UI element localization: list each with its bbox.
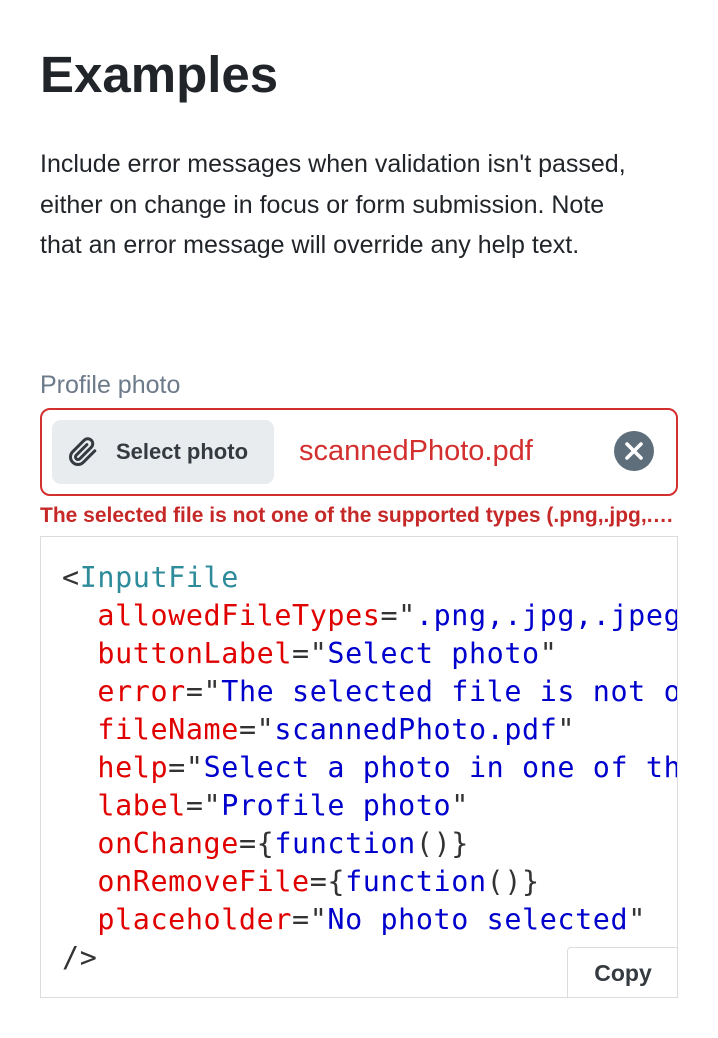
page-heading: Examples (40, 46, 279, 103)
code-token-str: No photo selected (327, 903, 629, 936)
code-token-punct: =" (380, 599, 416, 632)
code-token-punct (62, 599, 97, 632)
code-token-str: function (345, 865, 487, 898)
file-input-field: Select photo scannedPhoto.pdf (40, 408, 678, 496)
code-line: error="The selected file is not one of t… (62, 673, 677, 711)
code-token-str: function (274, 827, 416, 860)
selected-file-name: scannedPhoto.pdf (299, 435, 533, 467)
code-line: placeholder="No photo selected" (62, 901, 677, 939)
code-token-punct (62, 789, 97, 822)
code-token-punct (62, 903, 97, 936)
code-line: <InputFile (62, 559, 677, 597)
code-token-punct: " (451, 789, 469, 822)
code-token-punct (62, 827, 97, 860)
paperclip-icon (68, 437, 98, 467)
code-token-punct (62, 637, 97, 670)
code-token-attr: label (97, 789, 186, 822)
code-token-punct (62, 675, 97, 708)
copy-button[interactable]: Copy (567, 947, 677, 997)
code-token-punct: ()} (486, 865, 540, 898)
code-token-punct: =" (292, 637, 328, 670)
code-token-punct (62, 865, 97, 898)
intro-text: Include error messages when validation i… (40, 150, 626, 259)
code-token-punct: =" (185, 675, 222, 708)
error-message: The selected file is not one of the supp… (40, 504, 674, 527)
select-photo-button[interactable]: Select photo (52, 420, 274, 484)
field-label: Profile photo (40, 371, 181, 399)
code-token-str: Select photo (327, 637, 540, 670)
code-token-attr: error (97, 675, 186, 708)
code-token-str: The selected file is not one of the supp… (221, 675, 677, 708)
code-line: allowedFileTypes=".png,.jpg,.jpeg" (62, 597, 678, 635)
code-token-punct: =" (238, 713, 275, 746)
code-line: fileName="scannedPhoto.pdf" (62, 711, 677, 749)
code-line: onRemoveFile={function()} (62, 863, 677, 901)
code-token-punct: < (62, 561, 80, 594)
code-token-str: scannedPhoto.pdf (274, 713, 558, 746)
code-token-punct: /> (62, 941, 98, 974)
code-token-str: Profile photo (221, 789, 452, 822)
code-line: buttonLabel="Select photo" (62, 635, 677, 673)
code-line: help="Select a photo in one of the suppo… (62, 749, 677, 787)
code-token-attr: allowedFileTypes (97, 599, 381, 632)
code-token-punct: " (557, 713, 576, 746)
code-token-punct: " (628, 903, 646, 936)
close-icon (625, 442, 643, 460)
code-token-attr: placeholder (97, 903, 293, 936)
code-token-tag: InputFile (79, 561, 239, 594)
code-token-attr: buttonLabel (97, 637, 293, 670)
code-line: label="Profile photo" (62, 787, 677, 825)
code-token-punct: =" (168, 751, 204, 784)
code-token-attr: onRemoveFile (97, 865, 310, 898)
remove-file-button[interactable] (614, 431, 654, 471)
code-token-str: .png,.jpg,.jpeg (415, 599, 678, 632)
code-token-punct: " (539, 637, 558, 670)
select-photo-label: Select photo (116, 439, 249, 464)
code-example: <InputFile allowedFileTypes=".png,.jpg,.… (40, 536, 678, 998)
code-token-punct: =" (292, 903, 328, 936)
code-token-attr: fileName (97, 713, 239, 746)
code-token-str: Select a photo in one of the supported f… (203, 751, 677, 784)
code-line: onChange={function()} (62, 825, 677, 863)
code-token-punct: ={ (309, 865, 346, 898)
code-token-punct (62, 713, 97, 746)
code-block: <InputFile allowedFileTypes=".png,.jpg,.… (62, 559, 678, 977)
code-token-punct: ={ (238, 827, 275, 860)
code-token-punct (62, 751, 97, 784)
code-token-attr: help (97, 751, 169, 784)
code-token-punct: =" (185, 789, 222, 822)
code-token-punct: ()} (415, 827, 469, 860)
code-token-attr: onChange (97, 827, 239, 860)
